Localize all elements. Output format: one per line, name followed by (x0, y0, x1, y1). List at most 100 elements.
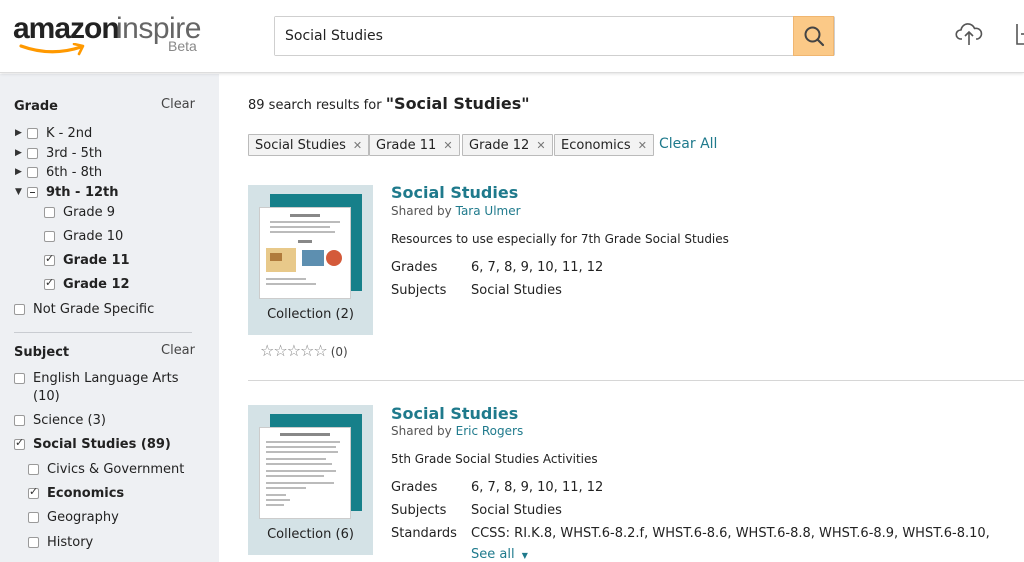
filter-subject-geography[interactable]: Geography (28, 508, 119, 526)
filter-subject-ela[interactable]: English Language Arts (14, 369, 178, 387)
checkbox[interactable] (27, 147, 38, 159)
grades-label: Grades (391, 480, 438, 495)
filter-chip-social-studies[interactable]: Social Studies ✕ (248, 134, 370, 156)
smile-arrow-icon (19, 43, 85, 56)
expand-down-icon[interactable]: ▼ (15, 187, 27, 197)
checkbox[interactable] (28, 536, 39, 548)
search-button[interactable] (793, 16, 834, 56)
filter-label: History (47, 534, 94, 550)
filter-not-grade-specific[interactable]: Not Grade Specific (14, 300, 154, 318)
collection-cover-image (259, 427, 351, 519)
result-description: Resources to use especially for 7th Grad… (391, 232, 729, 246)
result-separator (248, 380, 1024, 381)
remove-chip-icon[interactable]: ✕ (638, 139, 647, 152)
upload-cloud-icon[interactable] (955, 20, 983, 48)
document-icon[interactable] (1012, 20, 1024, 48)
checkbox-checked[interactable] (44, 276, 55, 290)
filter-subject-civics[interactable]: Civics & Government (28, 460, 184, 478)
filter-label: 3rd - 5th (46, 145, 103, 161)
subjects-label: Subjects (391, 283, 447, 298)
facet-divider (14, 332, 192, 333)
filter-grade-6-8[interactable]: ▶ 6th - 8th (15, 163, 102, 181)
checkbox-partial[interactable] (27, 186, 38, 198)
checkbox-checked[interactable] (44, 252, 55, 266)
grades-label: Grades (391, 260, 438, 275)
results-count-text: 89 search results for (248, 98, 382, 113)
remove-chip-icon[interactable]: ✕ (443, 139, 452, 152)
chip-label: Grade 12 (469, 137, 530, 153)
result-title-link[interactable]: Social Studies (391, 404, 518, 423)
shared-by-prefix: Shared by (391, 204, 452, 218)
filter-label: Grade 11 (63, 252, 130, 268)
logo-beta-text: Beta (168, 38, 197, 54)
rating-count: (0) (330, 345, 348, 359)
top-header: amazon inspire Beta (0, 0, 1024, 73)
result-thumbnail[interactable]: Collection (6) (248, 405, 373, 555)
expand-right-icon[interactable]: ▶ (15, 167, 27, 177)
collection-label: Collection (6) (267, 527, 354, 542)
see-all-link[interactable]: See all ▼ (471, 547, 528, 562)
filter-grade-11[interactable]: Grade 11 (44, 251, 130, 269)
expand-right-icon[interactable]: ▶ (15, 128, 27, 138)
grade-facet-title: Grade (14, 99, 58, 114)
document-preview-icon (266, 214, 342, 285)
search-icon (804, 26, 824, 47)
checkbox[interactable] (14, 372, 25, 384)
checkbox-checked[interactable] (14, 436, 25, 450)
filter-grade-10[interactable]: Grade 10 (44, 227, 123, 245)
filter-label: Geography (47, 509, 119, 525)
filter-label: Science (3) (33, 412, 106, 428)
filter-subject-ela-count: (10) (33, 387, 60, 405)
filter-grade-9-12[interactable]: ▼ 9th - 12th (15, 183, 119, 201)
amazon-inspire-logo[interactable]: amazon inspire Beta (13, 10, 203, 62)
checkbox-checked[interactable] (28, 485, 39, 499)
result-title-link[interactable]: Social Studies (391, 183, 518, 202)
chip-label: Grade 11 (376, 137, 437, 153)
result-shared-by: Shared by Tara Ulmer (391, 204, 521, 218)
filter-chip-grade-12[interactable]: Grade 12 ✕ (462, 134, 553, 156)
filter-label: Not Grade Specific (33, 301, 155, 317)
checkbox[interactable] (44, 206, 55, 218)
result-description: 5th Grade Social Studies Activities (391, 452, 598, 466)
filter-label: Civics & Government (47, 461, 185, 477)
checkbox[interactable] (28, 463, 39, 475)
filter-grade-3-5[interactable]: ▶ 3rd - 5th (15, 144, 102, 162)
result-thumbnail[interactable]: Collection (2) (248, 185, 373, 335)
grades-value: 6, 7, 8, 9, 10, 11, 12 (471, 260, 604, 275)
filter-grade-9[interactable]: Grade 9 (44, 203, 115, 221)
checkbox[interactable] (27, 166, 38, 178)
filter-grade-k-2[interactable]: ▶ K - 2nd (15, 124, 92, 142)
filter-chip-grade-11[interactable]: Grade 11 ✕ (369, 134, 460, 156)
rating-stars[interactable]: ☆☆☆☆☆ (0) (260, 341, 348, 360)
filter-subject-social-studies[interactable]: Social Studies (89) (14, 435, 171, 453)
filter-label: Economics (47, 485, 125, 501)
search-input[interactable] (275, 17, 794, 55)
filter-subject-economics[interactable]: Economics (28, 484, 124, 502)
checkbox[interactable] (27, 127, 38, 139)
filter-subject-history[interactable]: History (28, 533, 93, 551)
filter-label: Social Studies (89) (33, 436, 171, 452)
results-count: 89 search results for "Social Studies" (248, 94, 530, 113)
filter-label: Grade 12 (63, 276, 130, 292)
author-link[interactable]: Tara Ulmer (456, 204, 521, 218)
grade-clear-link[interactable]: Clear (161, 97, 195, 112)
filter-grade-12[interactable]: Grade 12 (44, 275, 130, 293)
author-link[interactable]: Eric Rogers (456, 424, 524, 438)
checkbox[interactable] (14, 414, 25, 426)
checkbox[interactable] (14, 303, 25, 315)
filter-subject-science[interactable]: Science (3) (14, 411, 106, 429)
star-outline-icon: ☆☆☆☆☆ (260, 341, 328, 360)
search-bar (274, 16, 835, 56)
checkbox[interactable] (28, 511, 39, 523)
clear-all-link[interactable]: Clear All (659, 136, 717, 152)
expand-right-icon[interactable]: ▶ (15, 148, 27, 158)
subject-clear-link[interactable]: Clear (161, 343, 195, 358)
result-shared-by: Shared by Eric Rogers (391, 424, 523, 438)
remove-chip-icon[interactable]: ✕ (353, 139, 362, 152)
remove-chip-icon[interactable]: ✕ (536, 139, 545, 152)
filter-chip-economics[interactable]: Economics ✕ (554, 134, 654, 156)
filter-label: Grade 10 (63, 228, 124, 244)
checkbox[interactable] (44, 230, 55, 242)
chip-label: Economics (561, 137, 631, 153)
standards-value: CCSS: RI.K.8, WHST.6-8.2.f, WHST.6-8.6, … (471, 526, 990, 541)
